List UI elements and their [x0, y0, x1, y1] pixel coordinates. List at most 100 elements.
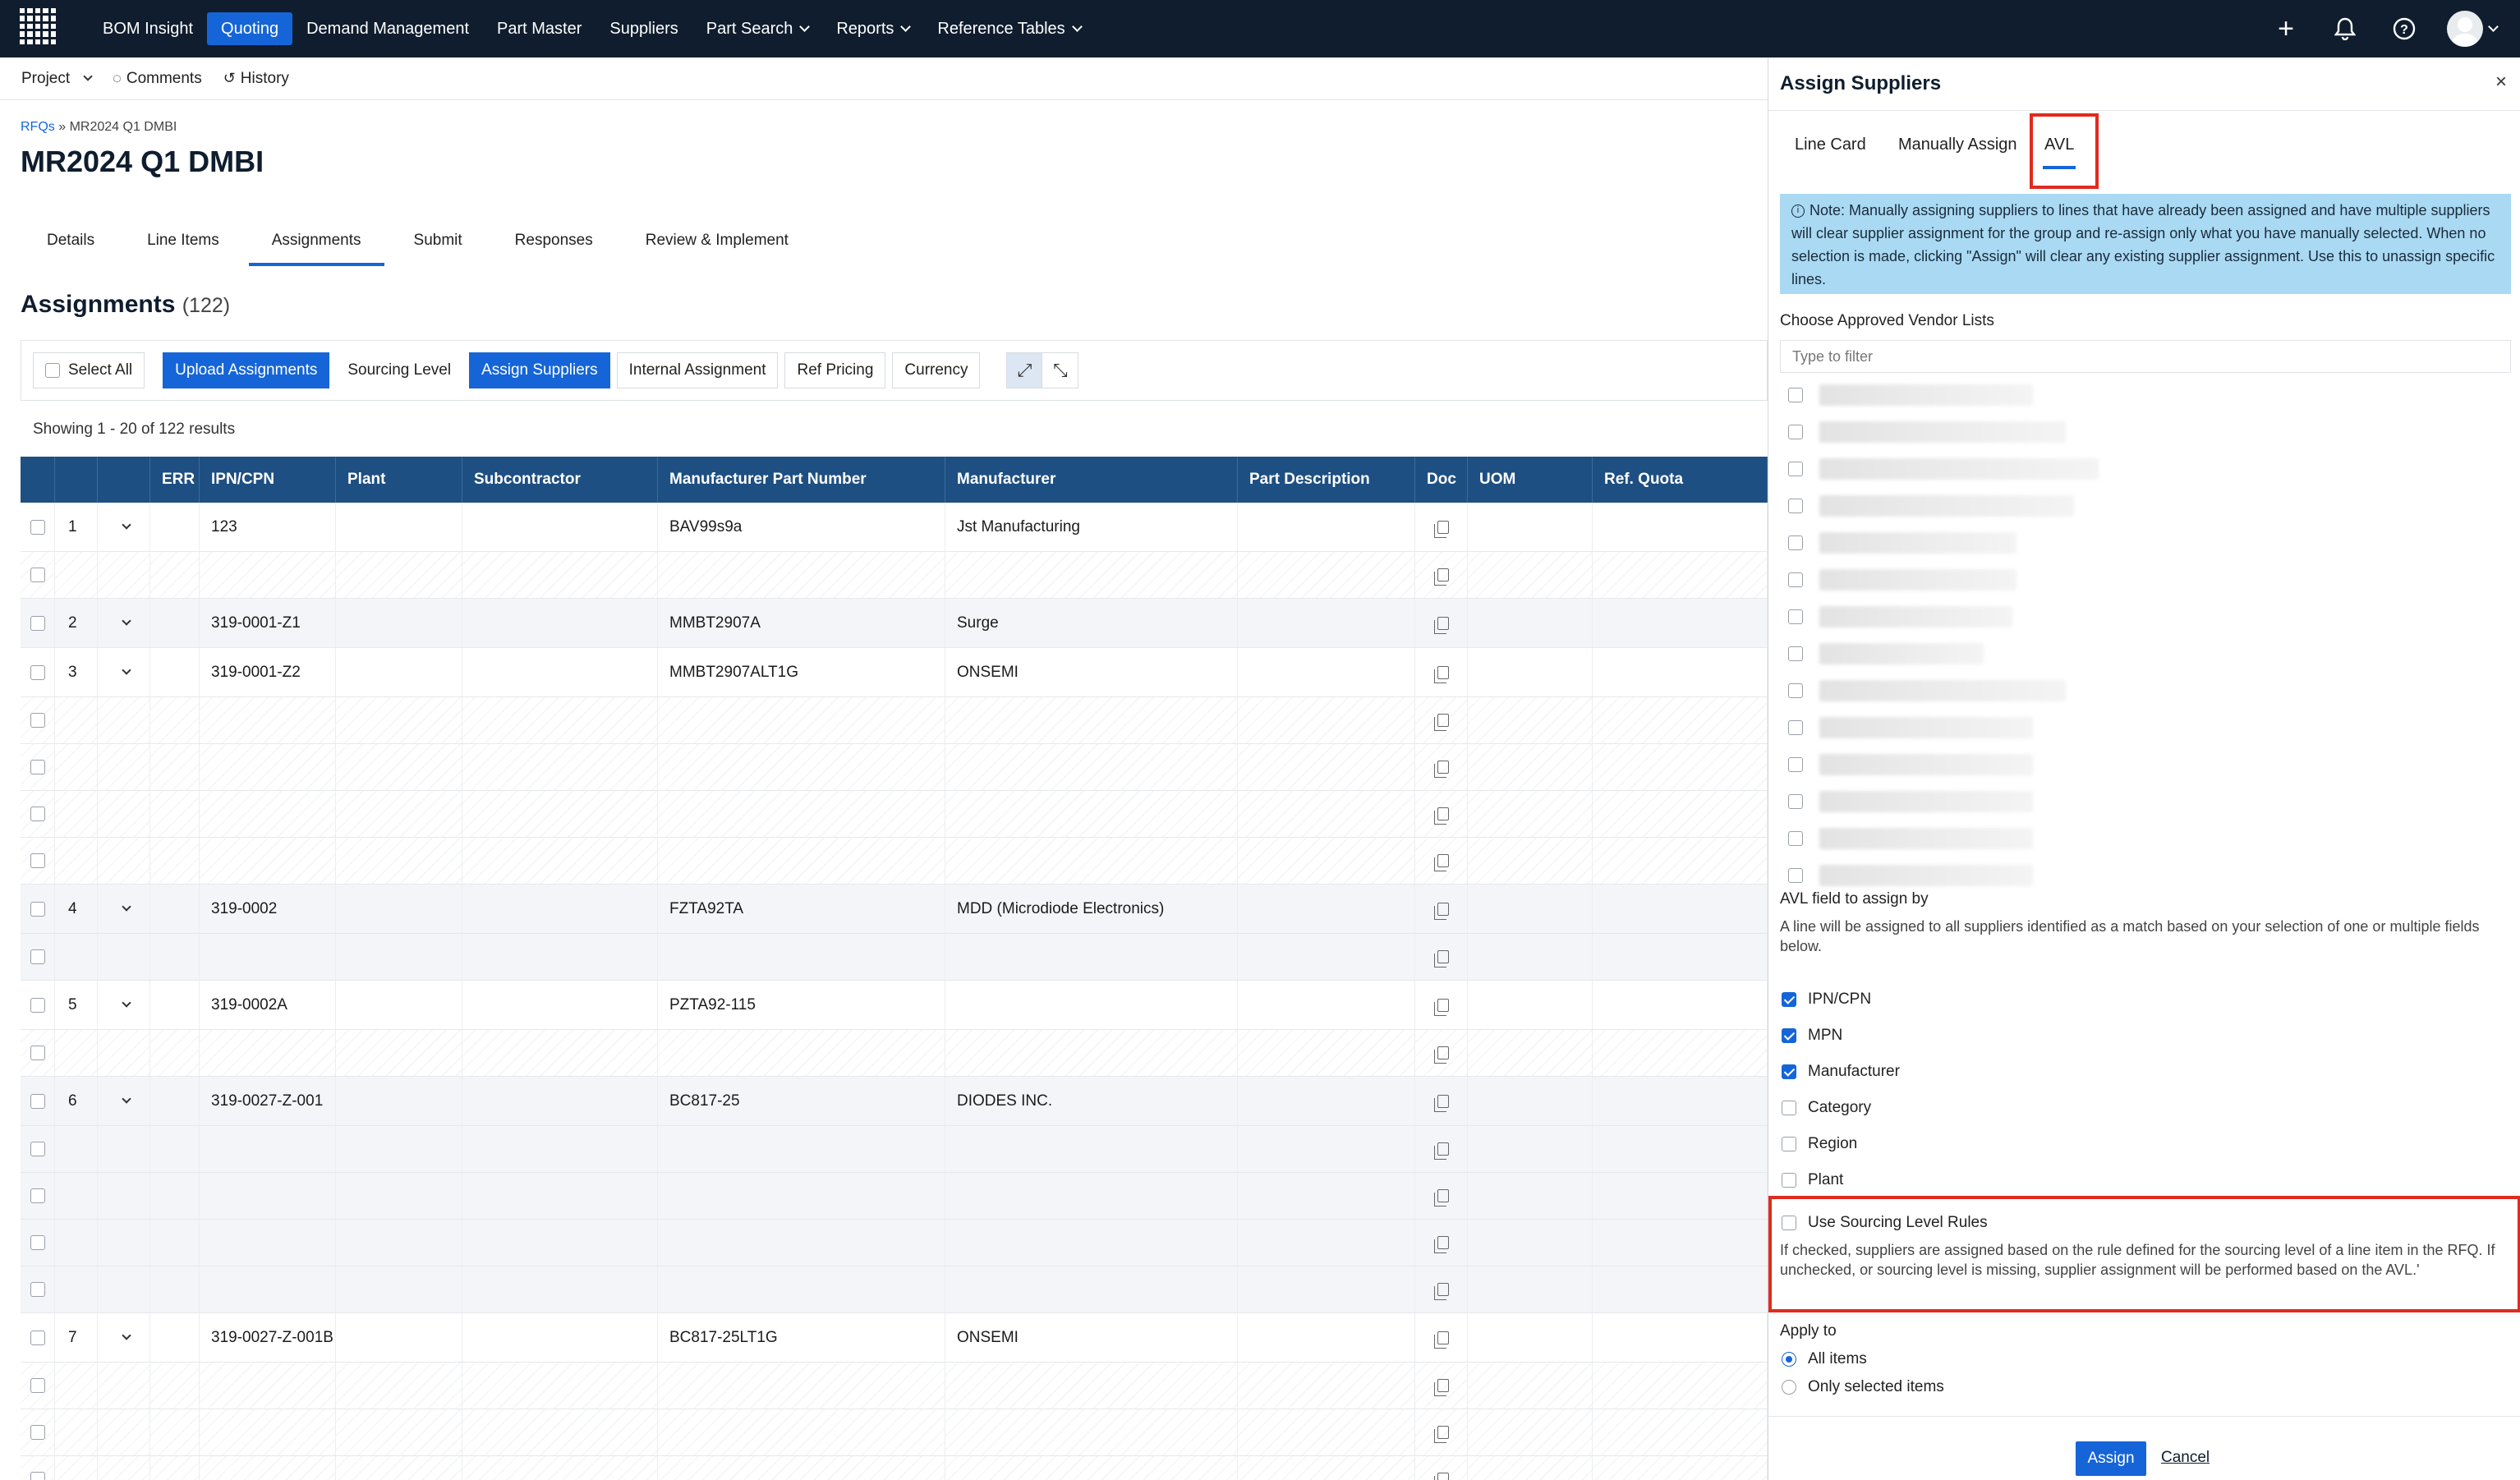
- avl-filter-input[interactable]: Type to filter: [1780, 340, 2511, 373]
- currency-button[interactable]: Currency: [892, 352, 981, 388]
- help-icon[interactable]: ?: [2388, 12, 2421, 45]
- apply-all-items-radio[interactable]: All items: [1782, 1350, 1867, 1368]
- chevron-down-icon[interactable]: [121, 902, 131, 912]
- sourcing-level-button[interactable]: Sourcing Level: [336, 352, 463, 388]
- avl-field-manufacturer[interactable]: Manufacturer: [1782, 1063, 1900, 1081]
- column-header[interactable]: Manufacturer Part Number: [658, 457, 945, 503]
- row-checkbox[interactable]: [30, 1425, 45, 1440]
- avl-list-item[interactable]: [1780, 709, 2511, 746]
- tab-details[interactable]: Details: [21, 222, 121, 266]
- tab-review-implement[interactable]: Review & Implement: [619, 222, 815, 266]
- column-header[interactable]: Plant: [336, 457, 462, 503]
- bell-icon[interactable]: [2329, 12, 2361, 45]
- avl-list-item[interactable]: [1780, 524, 2511, 561]
- column-header[interactable]: IPN/CPN: [200, 457, 336, 503]
- row-checkbox[interactable]: [30, 853, 45, 868]
- assign-button[interactable]: Assign: [2076, 1441, 2146, 1476]
- copy-doc-icon[interactable]: [1433, 807, 1449, 825]
- avl-field-mpn[interactable]: MPN: [1782, 1027, 1842, 1045]
- close-icon[interactable]: ×: [2495, 71, 2507, 94]
- copy-doc-icon[interactable]: [1433, 714, 1449, 731]
- copy-doc-icon[interactable]: [1433, 1473, 1449, 1480]
- avl-list-item[interactable]: [1780, 635, 2511, 672]
- app-grid-icon[interactable]: [20, 8, 56, 44]
- row-checkbox[interactable]: [30, 1330, 45, 1345]
- row-checkbox[interactable]: [30, 1472, 45, 1480]
- avl-list-item[interactable]: [1780, 783, 2511, 820]
- copy-doc-icon[interactable]: [1433, 1283, 1449, 1300]
- plus-icon[interactable]: +: [2269, 12, 2302, 45]
- nav-item-bom-insight[interactable]: BOM Insight: [89, 12, 207, 45]
- row-checkbox[interactable]: [30, 760, 45, 774]
- copy-doc-icon[interactable]: [1433, 1189, 1449, 1207]
- nav-item-quoting[interactable]: Quoting: [207, 12, 293, 45]
- copy-doc-icon[interactable]: [1433, 902, 1449, 920]
- chevron-down-icon[interactable]: [2488, 21, 2499, 32]
- copy-doc-icon[interactable]: [1433, 1426, 1449, 1443]
- column-header[interactable]: Doc: [1415, 457, 1468, 503]
- select-all-checkbox[interactable]: Select All: [33, 352, 145, 388]
- row-checkbox[interactable]: [30, 1282, 45, 1297]
- chevron-down-icon[interactable]: [121, 665, 131, 675]
- column-header[interactable]: Subcontractor: [462, 457, 658, 503]
- copy-doc-icon[interactable]: [1433, 520, 1449, 538]
- apply-selected-items-radio[interactable]: Only selected items: [1782, 1378, 1944, 1396]
- avl-list-item[interactable]: [1780, 450, 2511, 487]
- assign-suppliers-button[interactable]: Assign Suppliers: [469, 352, 610, 388]
- collapse-icon[interactable]: ⤡: [1042, 352, 1079, 388]
- copy-doc-icon[interactable]: [1433, 568, 1449, 586]
- avl-list-item[interactable]: [1780, 376, 2511, 413]
- tab-responses[interactable]: Responses: [489, 222, 619, 266]
- row-checkbox[interactable]: [30, 1188, 45, 1203]
- history-link[interactable]: ↺ History: [223, 70, 289, 88]
- avl-list-item[interactable]: [1780, 820, 2511, 857]
- copy-doc-icon[interactable]: [1433, 1379, 1449, 1396]
- copy-doc-icon[interactable]: [1433, 950, 1449, 968]
- avl-list-item[interactable]: [1780, 672, 2511, 709]
- comments-link[interactable]: ◌ Comments: [113, 70, 202, 88]
- tab-line-card[interactable]: Line Card: [1780, 124, 1881, 166]
- row-checkbox[interactable]: [30, 568, 45, 582]
- internal-assignment-button[interactable]: Internal Assignment: [616, 352, 779, 388]
- column-header[interactable]: Ref. Quota: [1593, 457, 1768, 503]
- row-checkbox[interactable]: [30, 997, 45, 1013]
- copy-doc-icon[interactable]: [1433, 665, 1449, 683]
- chevron-down-icon[interactable]: [121, 520, 131, 530]
- avl-list-item[interactable]: [1780, 413, 2511, 450]
- row-checkbox[interactable]: [30, 1235, 45, 1250]
- nav-item-part-search[interactable]: Part Search: [692, 12, 823, 45]
- nav-item-reference-tables[interactable]: Reference Tables: [923, 12, 1094, 45]
- nav-item-reports[interactable]: Reports: [822, 12, 923, 45]
- avl-list-item[interactable]: [1780, 857, 2511, 894]
- copy-doc-icon[interactable]: [1433, 1142, 1449, 1160]
- nav-item-demand-management[interactable]: Demand Management: [292, 12, 483, 45]
- row-checkbox[interactable]: [30, 1142, 45, 1156]
- row-checkbox[interactable]: [30, 1378, 45, 1393]
- row-checkbox[interactable]: [30, 664, 45, 680]
- avl-field-region[interactable]: Region: [1782, 1135, 1857, 1153]
- copy-doc-icon[interactable]: [1433, 998, 1449, 1016]
- row-checkbox[interactable]: [30, 713, 45, 728]
- ref-pricing-button[interactable]: Ref Pricing: [784, 352, 886, 388]
- row-checkbox[interactable]: [30, 1093, 45, 1109]
- avl-list-item[interactable]: [1780, 487, 2511, 524]
- tab-submit[interactable]: Submit: [388, 222, 489, 266]
- avl-field-plant[interactable]: Plant: [1782, 1171, 1843, 1189]
- row-checkbox[interactable]: [30, 807, 45, 821]
- avl-list-item[interactable]: [1780, 561, 2511, 598]
- nav-item-suppliers[interactable]: Suppliers: [596, 12, 692, 45]
- copy-doc-icon[interactable]: [1433, 1331, 1449, 1349]
- nav-item-part-master[interactable]: Part Master: [483, 12, 596, 45]
- project-menu[interactable]: Project: [21, 70, 93, 88]
- avl-field-ipn-cpn[interactable]: IPN/CPN: [1782, 990, 1871, 1009]
- avl-field-category[interactable]: Category: [1782, 1099, 1871, 1117]
- row-checkbox[interactable]: [30, 519, 45, 535]
- chevron-down-icon[interactable]: [121, 998, 131, 1008]
- copy-doc-icon[interactable]: [1433, 616, 1449, 634]
- upload-assignments-button[interactable]: Upload Assignments: [163, 352, 330, 388]
- chevron-down-icon[interactable]: [121, 616, 131, 626]
- copy-doc-icon[interactable]: [1433, 1236, 1449, 1253]
- copy-doc-icon[interactable]: [1433, 854, 1449, 871]
- row-checkbox[interactable]: [30, 615, 45, 631]
- cancel-link[interactable]: Cancel: [2161, 1449, 2210, 1467]
